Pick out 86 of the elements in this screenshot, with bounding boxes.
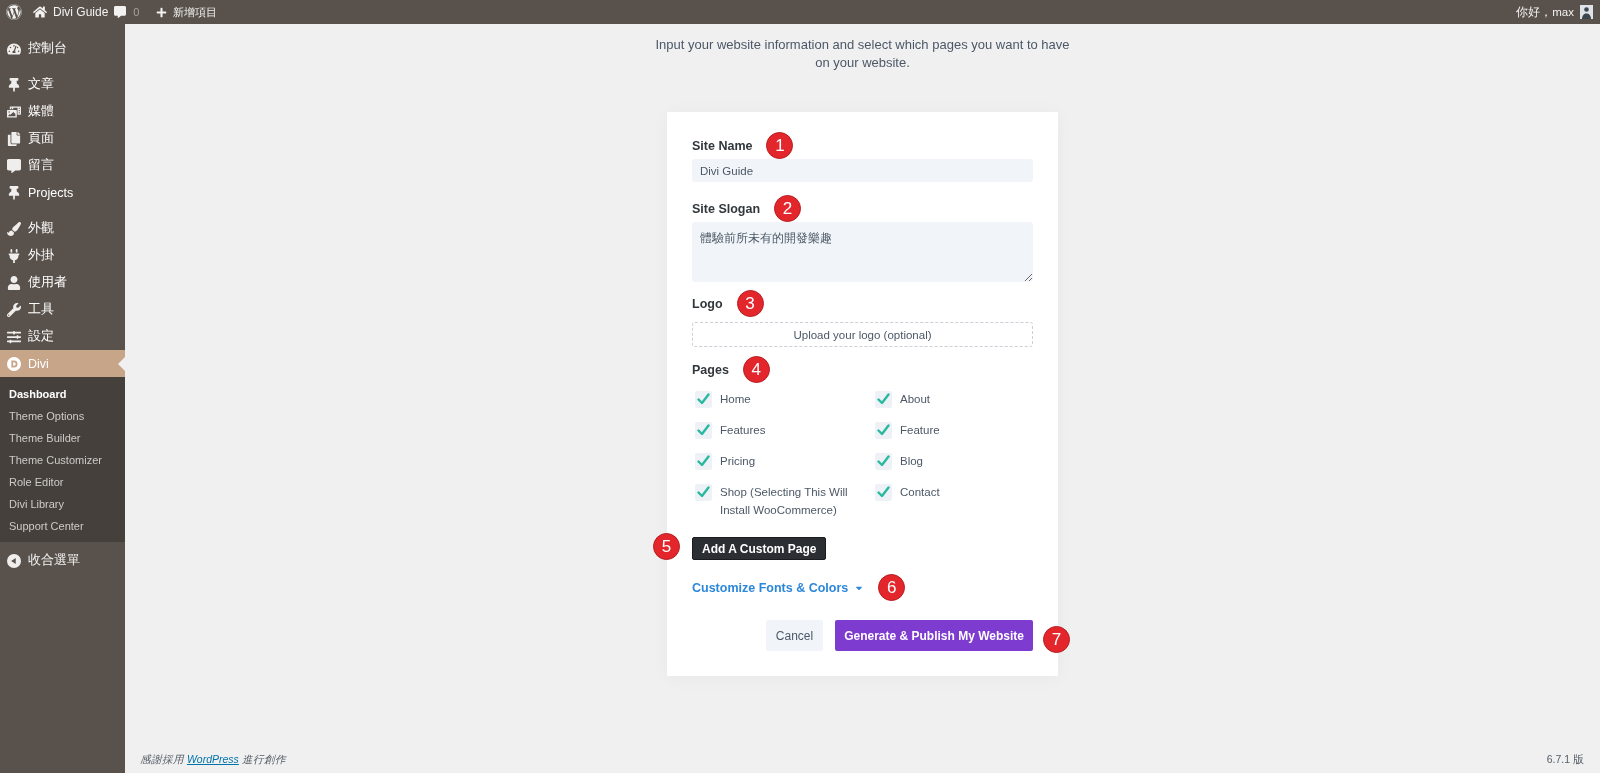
submenu-item[interactable]: Dashboard: [0, 383, 125, 405]
plus-icon: [156, 6, 168, 18]
pushpin-icon: [7, 185, 21, 200]
avatar-icon: [1580, 5, 1593, 19]
publish-button[interactable]: Generate & Publish My Website: [835, 620, 1033, 651]
page-option-label: Shop (Selecting This Will Install WooCommerce): [720, 485, 849, 518]
check-icon: [697, 455, 710, 467]
step-marker: 1: [766, 132, 794, 159]
wordpress-logo-icon[interactable]: [6, 4, 22, 20]
check-icon: [697, 393, 710, 405]
sidebar-menu-item[interactable]: 文章: [0, 71, 125, 98]
check-icon: [877, 393, 890, 405]
submenu-item[interactable]: Support Center: [0, 515, 125, 537]
media-icon: [7, 104, 21, 119]
user-icon: [7, 275, 21, 290]
d-logo-icon: [7, 356, 21, 371]
customize-fonts-link[interactable]: Customize Fonts & Colors: [692, 580, 865, 595]
collapse-icon: [7, 553, 21, 568]
speech-bubble-icon: [114, 6, 127, 18]
site-name-link[interactable]: Divi Guide: [33, 5, 109, 19]
version-text: 6.7.1 版: [1546, 753, 1584, 767]
step-marker: 3: [736, 290, 764, 317]
step-marker: 7: [1043, 626, 1070, 653]
home-icon: [33, 5, 47, 19]
page-option-label: Pricing: [720, 454, 756, 469]
sidebar-menu-item[interactable]: Projects: [0, 179, 125, 206]
sidebar-menu-item[interactable]: 留言: [0, 152, 125, 179]
submenu-item[interactable]: Theme Customizer: [0, 449, 125, 471]
new-item-link[interactable]: 新增項目: [156, 4, 218, 20]
pushpin-icon: [7, 77, 21, 92]
sidebar-menu-item[interactable]: 外觀: [0, 215, 125, 242]
page-option-label: Contact: [900, 485, 940, 500]
field-label: Logo: [692, 296, 723, 311]
intro-text: Input your website information and select which pages you want to have on your website.: [654, 36, 1071, 72]
check-icon: [697, 424, 710, 436]
speech-bubble-icon: [7, 158, 21, 173]
site-slogan-field[interactable]: 體驗前所未有的開發樂趣: [692, 222, 1033, 282]
collapse-menu-button[interactable]: 收合選單: [0, 547, 125, 574]
gauge-icon: [7, 41, 21, 56]
page-option-label: Blog: [900, 454, 924, 469]
page-option-label: Feature: [900, 423, 940, 438]
field-label: Pages: [692, 362, 729, 377]
check-icon: [877, 424, 890, 436]
checkbox[interactable]: [695, 452, 712, 470]
cancel-button[interactable]: Cancel: [765, 620, 824, 651]
submenu-item[interactable]: Theme Builder: [0, 427, 125, 449]
sidebar-menu-item[interactable]: 設定: [0, 323, 125, 350]
sidebar-menu-item[interactable]: 外掛: [0, 242, 125, 269]
plug-icon: [7, 248, 21, 263]
checkbox[interactable]: [695, 421, 712, 439]
wordpress-link[interactable]: WordPress: [186, 753, 239, 765]
documents-icon: [7, 131, 21, 146]
sidebar-menu-item[interactable]: 頁面: [0, 125, 125, 152]
step-marker: 5: [653, 533, 680, 560]
checkbox[interactable]: [875, 483, 892, 501]
page-option-label: About: [900, 392, 931, 407]
checkbox[interactable]: [875, 421, 892, 439]
sidebar-menu-item[interactable]: 控制台: [0, 35, 125, 62]
step-marker: 4: [742, 356, 770, 383]
paintbrush-icon: [7, 221, 21, 236]
site-name-field[interactable]: Divi Guide: [692, 159, 1033, 182]
page-option-label: Home: [720, 392, 751, 407]
field-label: Site Slogan: [692, 201, 761, 216]
footer-credit: 感謝採用 WordPress 進行創作: [140, 753, 286, 767]
sidebar-menu-item[interactable]: 媒體: [0, 98, 125, 125]
account-menu[interactable]: 你好，max: [1516, 4, 1593, 20]
submenu-item[interactable]: Theme Options: [0, 405, 125, 427]
check-icon: [697, 486, 710, 498]
step-marker: 6: [878, 574, 906, 601]
checkbox[interactable]: [875, 452, 892, 470]
add-custom-page-button[interactable]: Add A Custom Page: [692, 537, 827, 560]
field-label: Site Name: [692, 138, 753, 153]
sliders-icon: [7, 329, 21, 344]
submenu-item[interactable]: Role Editor: [0, 471, 125, 493]
checkbox[interactable]: [695, 390, 712, 408]
wrench-icon: [7, 302, 21, 317]
check-icon: [877, 455, 890, 467]
checkbox[interactable]: [875, 390, 892, 408]
upload-logo-button[interactable]: Upload your logo (optional): [692, 322, 1033, 347]
sidebar-menu-item[interactable]: 使用者: [0, 269, 125, 296]
check-icon: [877, 486, 890, 498]
submenu-item[interactable]: Divi Library: [0, 493, 125, 515]
page-option-label: Features: [720, 423, 766, 438]
step-marker: 2: [774, 195, 802, 222]
checkbox[interactable]: [695, 483, 712, 501]
sidebar-menu-item[interactable]: 工具: [0, 296, 125, 323]
